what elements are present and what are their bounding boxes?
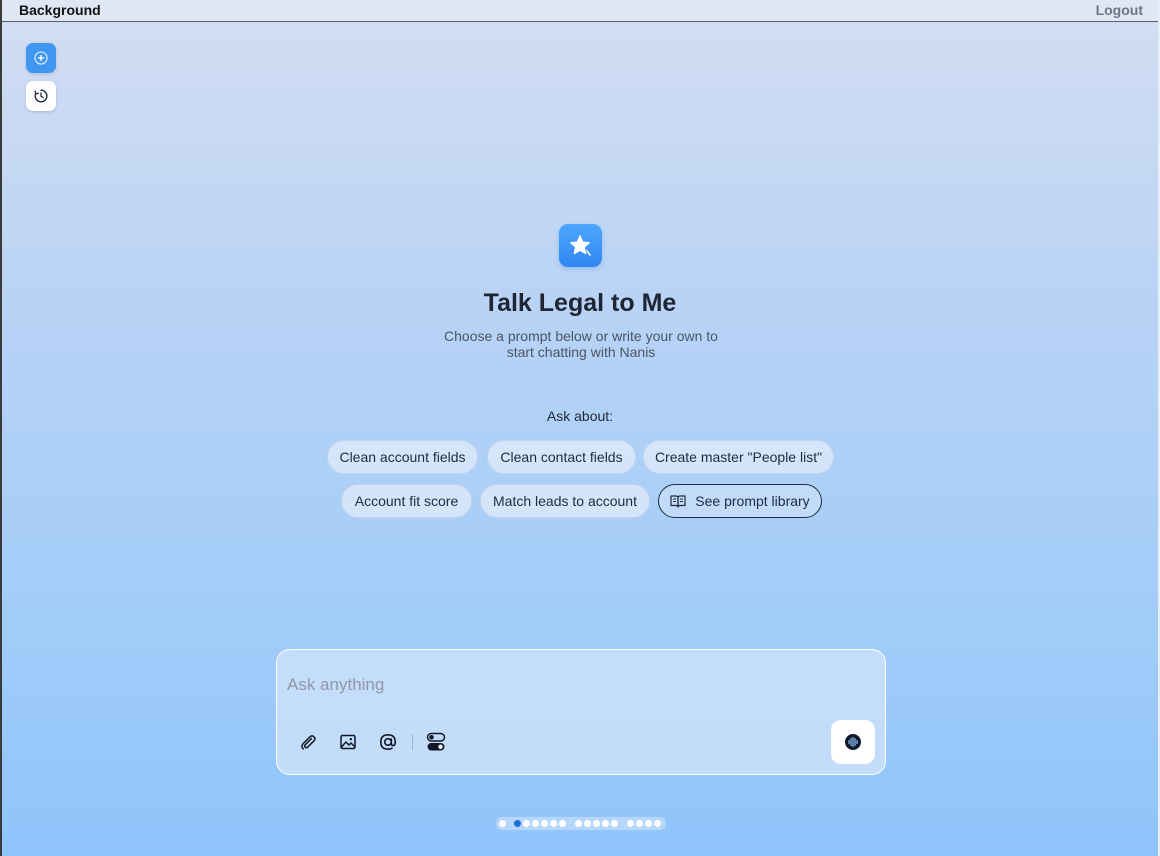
pager-dot[interactable] <box>575 820 582 827</box>
pager-dot[interactable] <box>559 820 566 827</box>
carousel-pager <box>496 817 666 830</box>
pager-dot[interactable] <box>550 820 557 827</box>
prompt-chip-account-fit-score[interactable]: Account fit score <box>341 484 472 518</box>
prompt-chip-clean-contact-fields[interactable]: Clean contact fields <box>487 440 636 474</box>
window-title: Background <box>19 2 101 18</box>
pager-dot[interactable] <box>541 820 548 827</box>
at-sign-icon <box>379 733 397 751</box>
pager-dot[interactable] <box>654 820 661 827</box>
plus-circle-icon <box>34 51 48 65</box>
sparkle-star-icon <box>569 234 591 256</box>
pager-dot[interactable] <box>514 820 521 827</box>
voice-input-button[interactable] <box>831 720 875 764</box>
prompt-chip-match-leads[interactable]: Match leads to account <box>480 484 650 518</box>
pager-dot[interactable] <box>584 820 591 827</box>
settings-toggle-button[interactable] <box>424 730 448 754</box>
pager-dot[interactable] <box>636 820 643 827</box>
suggestions-heading: Ask about: <box>546 408 614 424</box>
toggle-settings-icon <box>426 732 446 751</box>
image-icon <box>340 734 356 750</box>
book-open-icon <box>670 495 686 508</box>
pager-dot[interactable] <box>523 820 530 827</box>
pager-dot[interactable] <box>499 820 506 827</box>
pager-dot[interactable] <box>627 820 634 827</box>
pager-dot[interactable] <box>645 820 652 827</box>
voice-waveform-icon <box>845 734 861 750</box>
logout-link[interactable]: Logout <box>1096 2 1143 18</box>
attach-image-button[interactable] <box>336 730 360 754</box>
pager-dot[interactable] <box>593 820 600 827</box>
new-chat-button[interactable] <box>26 43 56 73</box>
see-prompt-library-button[interactable]: See prompt library <box>658 484 822 518</box>
chat-composer <box>276 649 886 775</box>
history-clock-icon <box>34 89 48 103</box>
app-logo <box>559 224 602 267</box>
prompt-chip-clean-account-fields[interactable]: Clean account fields <box>327 440 478 474</box>
pager-dot[interactable] <box>611 820 618 827</box>
attach-file-button[interactable] <box>296 730 320 754</box>
pager-dot[interactable] <box>532 820 539 827</box>
chat-input[interactable] <box>287 672 827 698</box>
top-bar: Background Logout <box>2 0 1158 22</box>
pager-dot[interactable] <box>602 820 609 827</box>
toolbar-divider <box>412 734 413 750</box>
see-prompt-library-label: See prompt library <box>695 493 810 509</box>
mention-button[interactable] <box>376 730 400 754</box>
paperclip-icon <box>301 735 316 750</box>
page-title: Talk Legal to Me <box>483 289 677 317</box>
window-left-border <box>0 0 2 856</box>
history-button[interactable] <box>26 81 56 111</box>
page-subtitle: Choose a prompt below or write your own … <box>444 328 718 360</box>
prompt-chip-create-people-list[interactable]: Create master "People list" <box>643 440 834 474</box>
